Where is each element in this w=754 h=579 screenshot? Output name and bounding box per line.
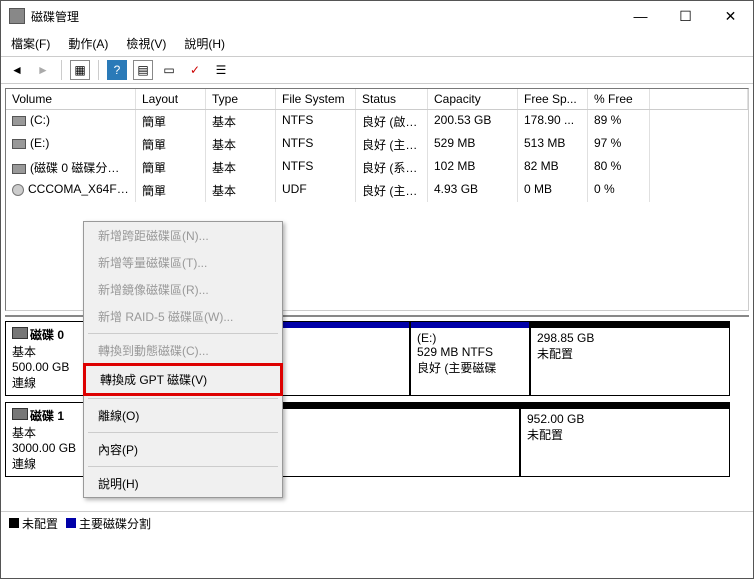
divider [61,60,62,80]
menubar: 檔案(F) 動作(A) 檢視(V) 說明(H) [1,31,753,56]
titlebar: 磁碟管理 — ☐ ✕ [1,1,753,31]
col-pctfree[interactable]: % Free [588,89,650,109]
view-button[interactable]: ▦ [70,60,90,80]
menu-help[interactable]: 說明(H) [182,33,227,54]
partition[interactable]: (E:)529 MB NTFS良好 (主要磁碟 [410,321,530,396]
back-button[interactable]: ◄ [7,60,27,80]
menu-action[interactable]: 動作(A) [66,33,110,54]
col-capacity[interactable]: Capacity [428,89,518,109]
legend: 未配置 主要磁碟分割 [1,511,753,535]
menu-convert-gpt[interactable]: 轉換成 GPT 磁碟(V) [83,363,283,396]
window-title: 磁碟管理 [31,8,618,25]
volume-icon [12,116,26,126]
separator [88,333,278,334]
partition[interactable]: 298.85 GB未配置 [530,321,730,396]
disk-size: 3000.00 GB [12,441,76,455]
toolbar: ◄ ► ▦ ? ▤ ▭ ✓ ☰ [1,56,753,84]
disk-status: 連線 [12,457,36,471]
forward-button[interactable]: ► [33,60,53,80]
disk-icon [12,327,28,339]
list-icon[interactable]: ☰ [211,60,231,80]
close-button[interactable]: ✕ [708,1,753,31]
menu-properties[interactable]: 內容(P) [84,436,282,463]
legend-swatch-blue [66,518,76,528]
disk-icon[interactable]: ▭ [159,60,179,80]
app-icon [9,8,25,24]
menu-file[interactable]: 檔案(F) [9,33,52,54]
column-headers: Volume Layout Type File System Status Ca… [6,89,748,110]
disk-type: 基本 [12,345,36,359]
menu-new-striped[interactable]: 新增等量磁碟區(T)... [84,249,282,276]
menu-view[interactable]: 檢視(V) [124,33,168,54]
disk-management-window: 磁碟管理 — ☐ ✕ 檔案(F) 動作(A) 檢視(V) 說明(H) ◄ ► ▦… [0,0,754,579]
volume-icon [12,139,26,149]
disk-name: 磁碟 1 [30,409,64,423]
col-free[interactable]: Free Sp... [518,89,588,109]
menu-help[interactable]: 說明(H) [84,470,282,497]
partition[interactable]: 952.00 GB未配置 [520,402,730,477]
disk-size: 500.00 GB [12,360,69,374]
legend-swatch-black [9,518,19,528]
disk-icon [12,408,28,420]
col-layout[interactable]: Layout [136,89,206,109]
separator [88,398,278,399]
cd-icon [12,184,24,196]
col-status[interactable]: Status [356,89,428,109]
col-filesystem[interactable]: File System [276,89,356,109]
separator [88,466,278,467]
divider [98,60,99,80]
minimize-button[interactable]: — [618,1,663,31]
volume-icon [12,164,26,174]
menu-new-mirror[interactable]: 新增鏡像磁碟區(R)... [84,276,282,303]
col-spacer [650,89,748,109]
separator [88,432,278,433]
window-buttons: — ☐ ✕ [618,1,753,31]
maximize-button[interactable]: ☐ [663,1,708,31]
menu-offline[interactable]: 離線(O) [84,402,282,429]
disk-status: 連線 [12,376,36,390]
panel-button[interactable]: ▤ [133,60,153,80]
table-row[interactable]: CCCOMA_X64FR...簡單基本UDF良好 (主要...4.93 GB0 … [6,179,748,202]
table-row[interactable]: (E:)簡單基本NTFS良好 (主要...529 MB513 MB97 % [6,133,748,156]
help-icon[interactable]: ? [107,60,127,80]
table-row[interactable]: (磁碟 0 磁碟分割 1)簡單基本NTFS良好 (系統...102 MB82 M… [6,156,748,179]
legend-primary: 主要磁碟分割 [66,515,151,532]
legend-unallocated: 未配置 [9,515,58,532]
menu-new-raid5[interactable]: 新增 RAID-5 磁碟區(W)... [84,303,282,330]
menu-new-spanned[interactable]: 新增跨距磁碟區(N)... [84,222,282,249]
table-row[interactable]: (C:)簡單基本NTFS良好 (啟動...200.53 GB178.90 ...… [6,110,748,133]
col-type[interactable]: Type [206,89,276,109]
disk-name: 磁碟 0 [30,328,64,342]
check-icon[interactable]: ✓ [185,60,205,80]
disk-type: 基本 [12,426,36,440]
context-menu: 新增跨距磁碟區(N)... 新增等量磁碟區(T)... 新增鏡像磁碟區(R)..… [83,221,283,498]
col-volume[interactable]: Volume [6,89,136,109]
menu-convert-dynamic[interactable]: 轉換到動態磁碟(C)... [84,337,282,364]
